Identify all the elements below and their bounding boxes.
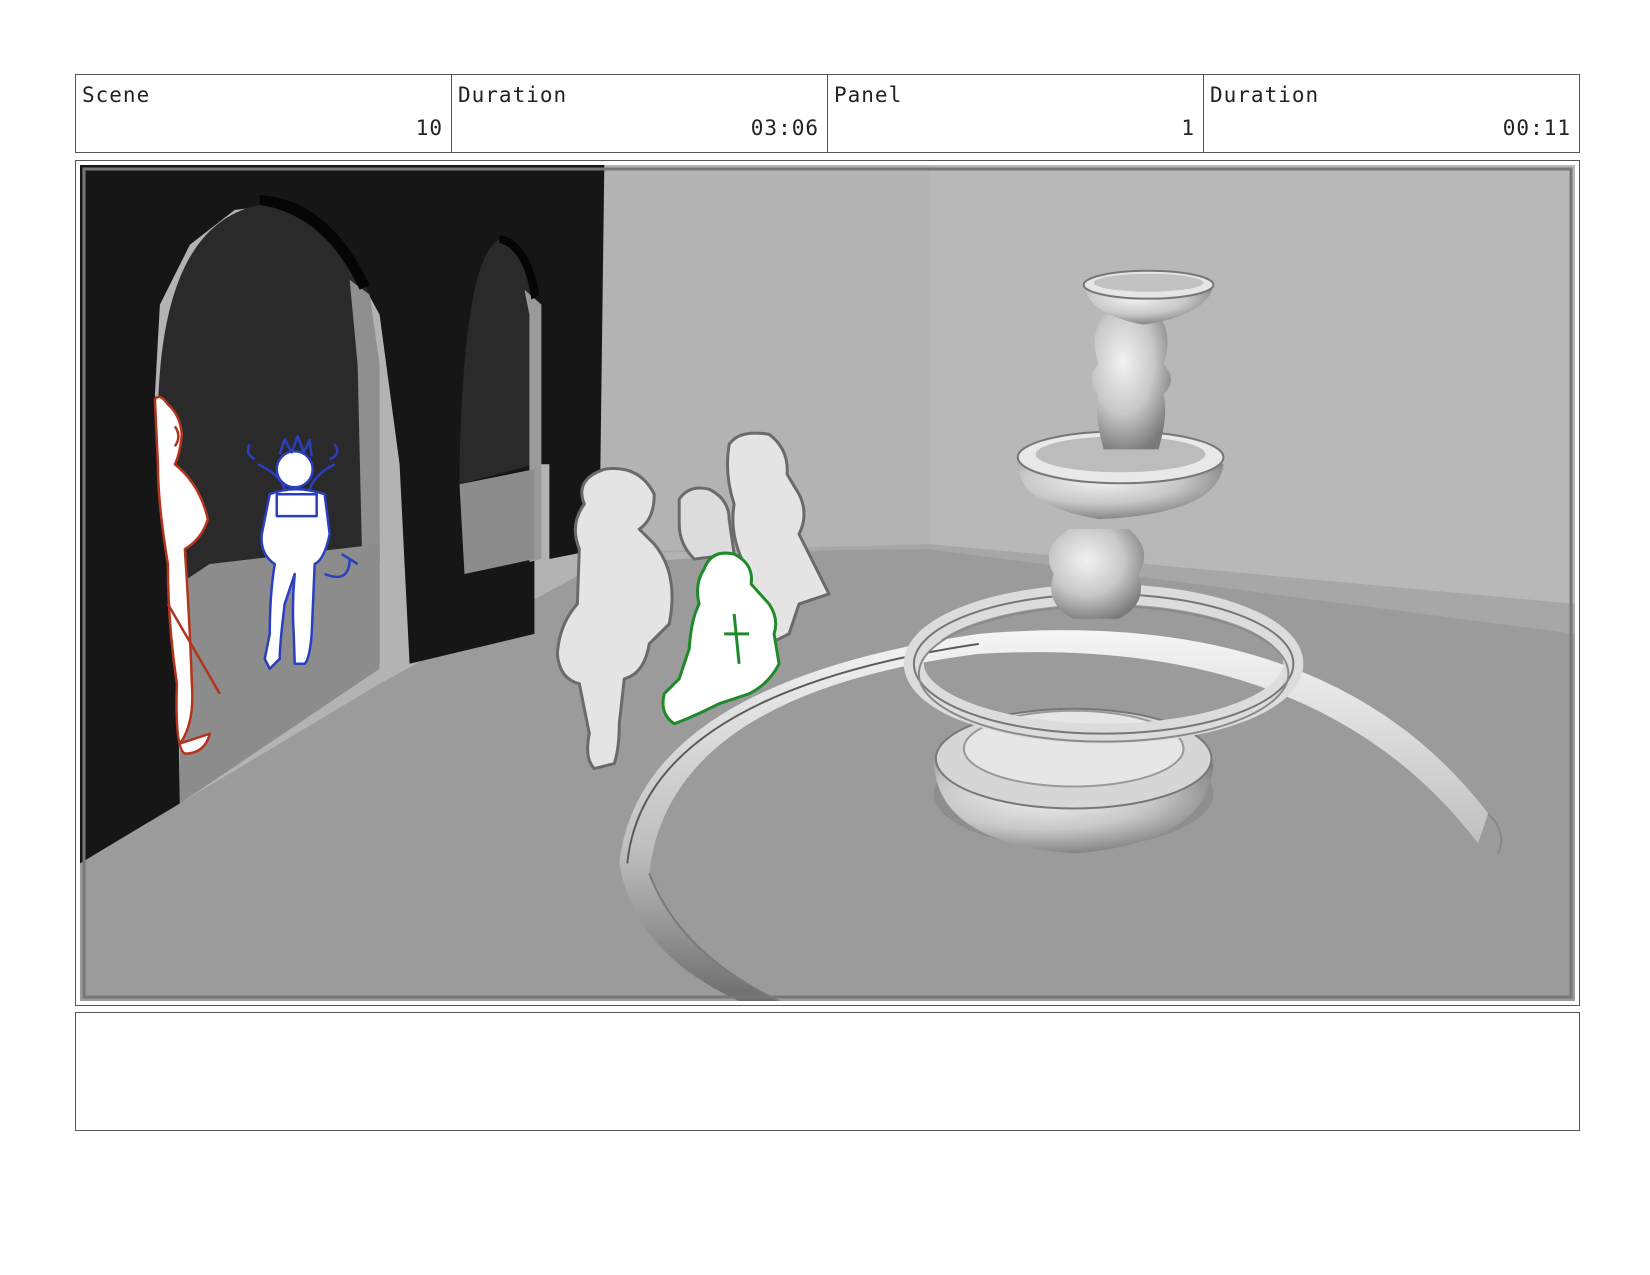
panel-label: Panel xyxy=(834,83,903,107)
scene-label: Scene xyxy=(82,83,151,107)
panel-notes-box[interactable] xyxy=(75,1012,1580,1131)
panel-duration-value: 00:11 xyxy=(1502,116,1571,140)
storyboard-panel-frame xyxy=(75,160,1580,1006)
scene-duration-cell: Duration 03:06 xyxy=(452,75,828,152)
scene-duration-value: 03:06 xyxy=(750,116,819,140)
panel-info-header: Scene 10 Duration 03:06 Panel 1 Duration… xyxy=(75,74,1580,153)
scene-duration-label: Duration xyxy=(458,83,568,107)
scene-cell: Scene 10 xyxy=(76,75,452,152)
scene-number: 10 xyxy=(415,116,443,140)
courtyard-scene-illustration xyxy=(80,165,1575,1001)
panel-cell: Panel 1 xyxy=(828,75,1204,152)
storyboard-image xyxy=(80,165,1575,1001)
panel-duration-cell: Duration 00:11 xyxy=(1204,75,1579,152)
panel-duration-label: Duration xyxy=(1210,83,1320,107)
panel-number: 1 xyxy=(1181,116,1195,140)
